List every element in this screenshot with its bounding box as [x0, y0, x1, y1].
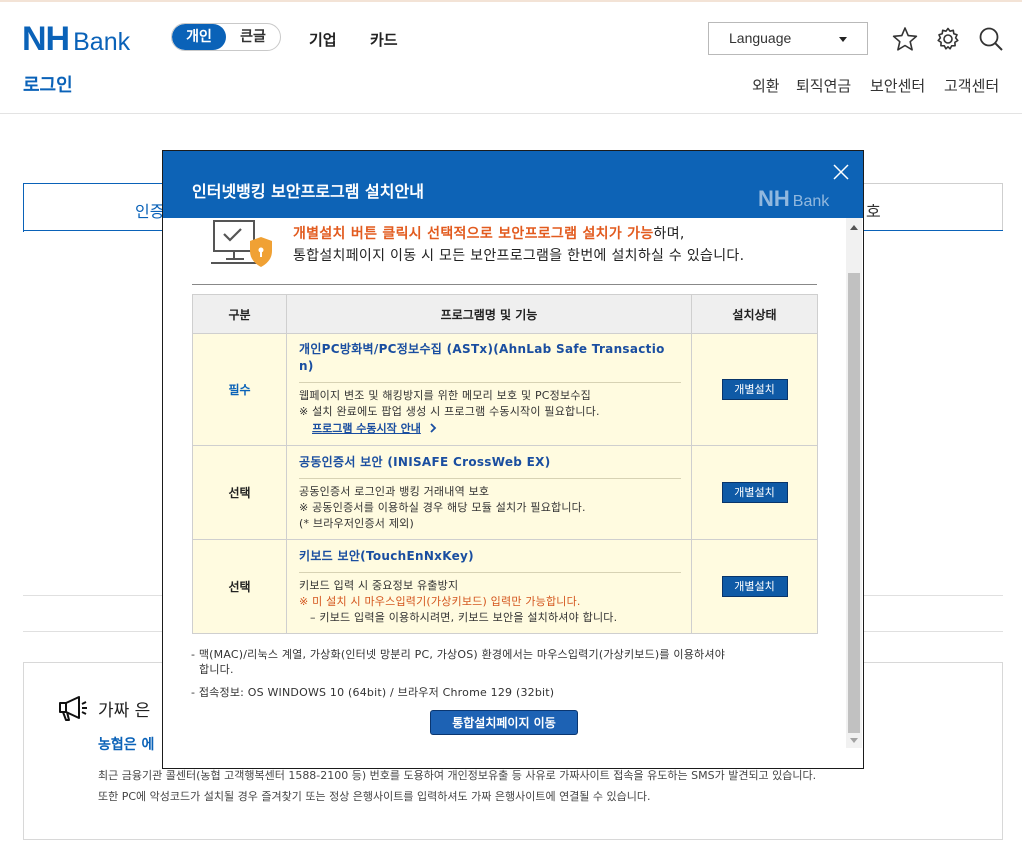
program-desc: 키보드 입력 시 중요정보 유출방지	[299, 578, 459, 592]
column-header: 프로그램명 및 기능	[286, 294, 692, 334]
program-note: ※ 공동인증서를 이용하실 경우 해당 모듈 설치가 필요합니다.	[299, 500, 586, 514]
view-mode-toggle: 개인 큰글	[171, 23, 281, 51]
row-status: 개별설치	[691, 539, 818, 634]
dialog-logo-nh: NH	[758, 186, 790, 211]
row-category: 선택	[192, 445, 287, 540]
dialog-logo-bank: Bank	[792, 193, 830, 210]
chevron-right-icon	[430, 423, 436, 433]
program-note: ※ 설치 완료에도 팝업 생성 시 프로그램 수동시작이 필요합니다.	[299, 405, 600, 418]
notice-title: 가짜 은	[98, 701, 151, 721]
program-warning: ※ 미 설치 시 마우스입력기(가상키보드) 입력만 가능합니다.	[299, 594, 581, 608]
logo-nh-text: NH	[22, 20, 70, 58]
program-name: 공동인증서 보안 (INISAFE CrossWeb EX)	[299, 454, 681, 479]
logo-bank-text: Bank	[73, 28, 131, 56]
header-divider	[0, 113, 1022, 114]
notice-paragraph: 최근 금융기관 콜센터(농협 고객행복센터 1588-2100 등) 번호를 도…	[98, 769, 817, 782]
column-header: 설치상태	[691, 294, 818, 334]
intro-rest: 하며,	[653, 226, 685, 242]
program-name-line: 개인PC방화벽/PC정보수집 (ASTx)(AhnLab Safe Transa…	[299, 342, 665, 356]
search-icon[interactable]	[978, 26, 1004, 52]
program-name-line: n)	[299, 359, 314, 373]
note-mac-linux-cont: 합니다.	[199, 663, 234, 676]
star-icon[interactable]	[892, 26, 918, 52]
top-accent-line	[0, 0, 1022, 2]
intro-divider	[192, 284, 817, 285]
tab-other-login[interactable]: 호	[866, 198, 881, 222]
row-category: 필수	[192, 333, 287, 446]
language-select[interactable]: Language	[708, 22, 868, 55]
gear-icon[interactable]	[935, 26, 961, 52]
table-header-row: 구분 프로그램명 및 기능 설치상태	[192, 294, 818, 334]
security-install-dialog: 인터넷뱅킹 보안프로그램 설치안내 NH Bank 개별설치 버튼 클릭시 선택…	[162, 150, 864, 769]
row-description: 공동인증서 보안 (INISAFE CrossWeb EX) 공동인증서 로그인…	[286, 445, 692, 540]
install-button-touchen[interactable]: 개별설치	[721, 576, 788, 597]
program-desc: 웹페이지 변조 및 해킹방지를 위한 메모리 보호 및 PC정보수집	[299, 389, 591, 402]
security-pc-icon	[211, 220, 272, 267]
util-link-fx[interactable]: 외환	[752, 75, 780, 96]
column-header: 구분	[192, 294, 287, 334]
tab-certificate-login[interactable]: 인증	[135, 198, 164, 222]
table-row: 선택 키보드 보안(TouchEnNxKey) 키보드 입력 시 중요정보 유출…	[192, 539, 818, 634]
row-category: 선택	[192, 539, 287, 634]
row-description: 개인PC방화벽/PC정보수집 (ASTx)(AhnLab Safe Transa…	[286, 333, 692, 446]
program-table: 구분 프로그램명 및 기능 설치상태 필수 개인PC방화벽/PC정보수집 (AS…	[192, 294, 818, 634]
manual-start-link-text[interactable]: 프로그램 수동시작 안내	[312, 422, 421, 435]
scroll-down-icon[interactable]	[850, 738, 858, 743]
row-status: 개별설치	[691, 445, 818, 540]
program-name: 개인PC방화벽/PC정보수집 (ASTx)(AhnLab Safe Transa…	[299, 341, 681, 383]
util-link-customer-center[interactable]: 고객센터	[944, 75, 999, 96]
integrated-install-button[interactable]: 통합설치페이지 이동	[430, 710, 578, 735]
notice-paragraph: 또한 PC에 악성코드가 설치될 경우 즐겨찾기 또는 정상 은행사이트를 입력…	[98, 790, 651, 803]
intro-highlight: 개별설치 버튼 클릭시 선택적으로 보안프로그램 설치가 가능	[293, 226, 654, 242]
chevron-down-icon	[839, 37, 847, 42]
toggle-personal[interactable]: 개인	[172, 24, 226, 50]
nav-corporate[interactable]: 기업	[309, 29, 337, 50]
manual-start-link[interactable]: 프로그램 수동시작 안내	[299, 420, 679, 438]
program-desc: 공동인증서 로그인과 뱅킹 거래내역 보호	[299, 484, 490, 498]
program-name: 키보드 보안(TouchEnNxKey)	[299, 548, 681, 573]
note-connection-info: - 접속정보: OS WINDOWS 10 (64bit) / 브라우저 Chr…	[191, 686, 555, 699]
nav-card[interactable]: 카드	[370, 29, 398, 50]
row-description: 키보드 보안(TouchEnNxKey) 키보드 입력 시 중요정보 유출방지 …	[286, 539, 692, 634]
install-button-inisafe[interactable]: 개별설치	[721, 482, 788, 503]
close-icon[interactable]	[832, 163, 850, 181]
dialog-title: 인터넷뱅킹 보안프로그램 설치안내	[192, 182, 424, 201]
dialog-scrollbar-thumb[interactable]	[848, 273, 860, 733]
table-row: 필수 개인PC방화벽/PC정보수집 (ASTx)(AhnLab Safe Tra…	[192, 333, 818, 446]
program-note: – 키보드 입력을 이용하시려면, 키보드 보안을 설치하셔야 합니다.	[310, 610, 618, 624]
nh-bank-logo[interactable]: NH Bank	[22, 22, 130, 57]
install-button-astx[interactable]: 개별설치	[721, 379, 788, 400]
page-title: 로그인	[23, 75, 73, 96]
toggle-large-text[interactable]: 큰글	[226, 24, 280, 50]
table-row: 선택 공동인증서 보안 (INISAFE CrossWeb EX) 공동인증서 …	[192, 445, 818, 540]
util-link-security-center[interactable]: 보안센터	[870, 75, 925, 96]
program-note: (* 브라우저인증서 제외)	[299, 516, 414, 530]
dialog-logo: NH Bank	[758, 186, 829, 212]
language-select-value: Language	[729, 30, 792, 46]
megaphone-icon	[59, 696, 87, 721]
note-mac-linux: - 맥(MAC)/리눅스 계열, 가상화(인터넷 망분리 PC, 가상OS) 환…	[191, 648, 726, 661]
util-link-pension[interactable]: 퇴직연금	[796, 75, 851, 96]
intro-line-1: 개별설치 버튼 클릭시 선택적으로 보안프로그램 설치가 가능하며,	[293, 223, 685, 243]
row-status: 개별설치	[691, 333, 818, 446]
notice-subtitle: 농협은 에	[98, 737, 155, 753]
intro-line-2: 통합설치페이지 이동 시 모든 보안프로그램을 한번에 설치하실 수 있습니다.	[293, 248, 745, 264]
scroll-up-icon[interactable]	[850, 225, 858, 230]
